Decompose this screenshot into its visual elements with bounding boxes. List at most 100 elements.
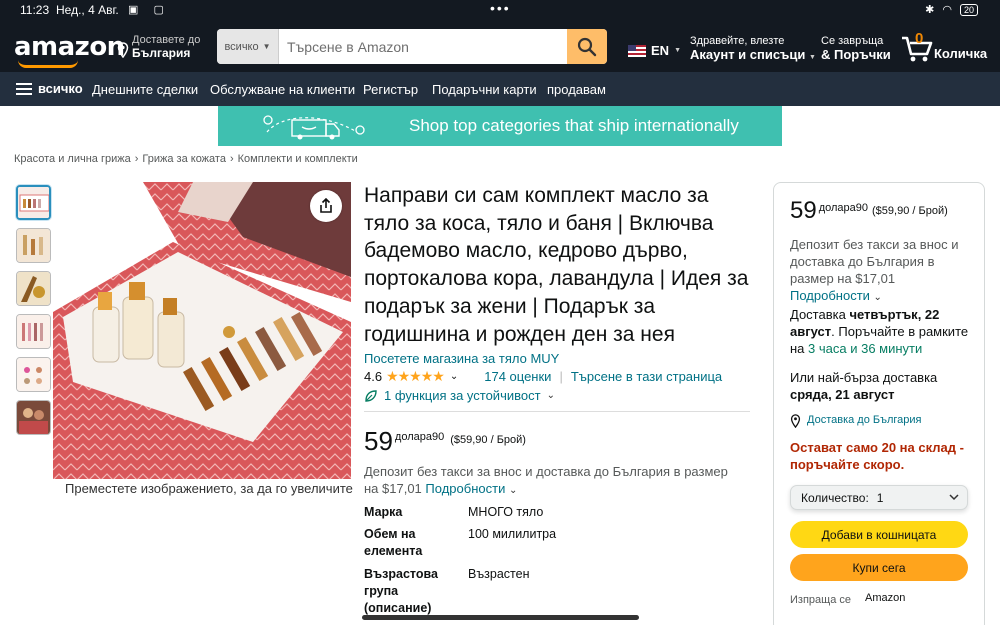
deposit-text: Депозит без такси за внос и доставка до … <box>790 237 959 286</box>
price-fraction: долара90 <box>818 202 869 214</box>
fast-prefix: Или най-бърза доставка <box>790 370 938 385</box>
bluetooth-icon: ✱ <box>925 4 935 16</box>
rating-value: 4.6 <box>364 369 383 384</box>
battery-icon: 20 <box>959 3 978 16</box>
status-bar: 11:23 Нед., 4 Авг. ▣ ▢ ••• ✱ ◠ 20 <box>0 0 1000 20</box>
share-button[interactable] <box>310 190 342 222</box>
subnav-sell[interactable]: продавам <box>547 82 606 97</box>
chevron-down-icon[interactable]: ⌄ <box>874 292 882 303</box>
chevron-down-icon <box>949 494 959 501</box>
subnav-gift-cards[interactable]: Подаръчни карти <box>432 82 537 97</box>
product-thumbnail-image <box>17 315 50 348</box>
ratings-count-link[interactable]: 174 оценки <box>484 369 551 384</box>
thumbnail-4[interactable] <box>16 314 51 349</box>
search-icon <box>577 37 597 56</box>
thumbnail-2[interactable] <box>16 228 51 263</box>
amazon-logo[interactable]: amazon <box>14 32 125 62</box>
all-menu-button[interactable]: всичко <box>16 81 83 96</box>
product-price: 59 долара90 ($59,90 / Брой) <box>364 426 526 457</box>
qty-value: 1 <box>876 490 884 505</box>
fast-date: сряда, 21 август <box>790 387 895 402</box>
search-page-link[interactable]: Търсене в тази страница <box>571 369 722 384</box>
caret-down-icon: ▼ <box>809 54 816 61</box>
spec-key: Възрастова група (описание) <box>364 567 438 615</box>
zoom-hint: Преместете изображението, за да го увели… <box>65 481 353 496</box>
search-button[interactable] <box>567 29 607 64</box>
thumbnail-5[interactable] <box>16 357 51 392</box>
account-line1: Здравейте, влезте <box>690 35 785 47</box>
details-link[interactable]: Подробности <box>790 288 870 303</box>
us-flag-icon <box>628 44 646 57</box>
divider: | <box>559 369 563 384</box>
fastest-delivery: Или най-бърза доставка сряда, 21 август <box>790 369 972 403</box>
cart-label: Количка <box>934 46 988 61</box>
countdown: 3 часа и 36 минути <box>808 341 923 356</box>
buybox-price: 59 долара90 ($59,90 / Брой) <box>790 197 948 225</box>
product-title: Направи си сам комплект масло за тяло за… <box>364 184 749 346</box>
sustainability-feature[interactable]: 1 функция за устойчивост ⌄ <box>364 388 555 403</box>
thumbnail-6[interactable] <box>16 400 51 435</box>
divider <box>364 411 750 412</box>
subnav-customer-service[interactable]: Обслужване на клиенти <box>210 82 355 97</box>
chevron-down-icon: ⌄ <box>546 390 555 401</box>
home-indicator[interactable] <box>362 615 639 620</box>
wifi-icon: ◠ <box>942 4 952 16</box>
returns-orders[interactable]: Се завръща & Поръчки <box>821 34 891 62</box>
delivery-info: Доставка четвъртък, 22 август. Поръчайте… <box>790 306 972 357</box>
details-link[interactable]: Подробности <box>425 481 505 496</box>
qty-label: Количество: <box>801 490 869 505</box>
deliver-to-link[interactable]: Доставка до България <box>790 412 972 429</box>
leaf-icon <box>365 389 377 402</box>
star-rating-icon[interactable]: ★★★★★ <box>386 368 445 385</box>
spec-value: МНОГО тяло <box>468 505 544 519</box>
intl-shipping-banner[interactable]: Shop top categories that ship internatio… <box>218 106 782 146</box>
search-category-dropdown[interactable]: всичко ▼ <box>217 29 279 64</box>
main-product-image[interactable] <box>53 182 351 479</box>
buy-box: 59 долара90 ($59,90 / Брой) Депозит без … <box>773 182 985 625</box>
price-per-unit: ($59,90 / Брой) <box>872 205 948 217</box>
sub-nav: всичко Днешните сделки Обслужване на кли… <box>0 72 1000 106</box>
subnav-registry[interactable]: Регистър <box>363 82 418 97</box>
spec-value: 100 милилитра <box>468 527 557 541</box>
delivery-prefix: Доставка <box>790 307 846 322</box>
status-time: 11:23 <box>20 3 50 17</box>
price-whole: 59 <box>364 426 393 456</box>
more-dots-icon[interactable]: ••• <box>490 0 511 16</box>
search-category-label: всичко <box>224 40 259 53</box>
returns-line1: Се завръща <box>821 35 884 47</box>
chevron-down-icon[interactable]: ⌄ <box>450 371 458 382</box>
chevron-down-icon[interactable]: ⌄ <box>509 485 517 496</box>
search-input[interactable] <box>279 29 567 64</box>
buy-now-button[interactable]: Купи сега <box>790 554 968 581</box>
quantity-select[interactable]: Количество: 1 <box>790 485 968 510</box>
breadcrumb-separator: › <box>229 153 234 165</box>
add-to-cart-button[interactable]: Добави в кошницата <box>790 521 968 548</box>
account-line2: Акаунт и списъци <box>690 47 806 62</box>
breadcrumb-item[interactable]: Комплекти и комплекти <box>238 153 358 165</box>
top-nav: amazon Доставете до България всичко ▼ EN… <box>0 20 1000 72</box>
location-pin-icon <box>117 42 129 58</box>
delivery-truck-icon <box>263 115 365 140</box>
share-icon <box>320 198 332 213</box>
price-whole: 59 <box>790 197 817 224</box>
caret-down-icon: ▼ <box>674 47 681 54</box>
spec-key: Марка <box>364 505 403 519</box>
price-per-unit: ($59,90 / Брой) <box>450 434 526 446</box>
price-fraction: долара90 <box>394 431 445 443</box>
deposit-text: Депозит без такси за внос и доставка до … <box>364 464 728 496</box>
spec-value: Възрастен <box>468 567 530 581</box>
breadcrumb-item[interactable]: Красота и лична грижа <box>14 153 131 165</box>
status-date: Нед., 4 Авг. <box>56 3 119 17</box>
breadcrumb-item[interactable]: Грижа за кожата <box>142 153 226 165</box>
ships-from-value: Amazon <box>865 592 906 604</box>
thumbnail-1[interactable] <box>16 185 51 220</box>
store-link[interactable]: Посетете магазина за тяло MUY <box>364 351 559 366</box>
language-selector[interactable]: EN ▼ <box>628 43 681 58</box>
banner-text: Shop top categories that ship internatio… <box>409 116 739 135</box>
thumbnail-3[interactable] <box>16 271 51 306</box>
all-menu-label: всичко <box>38 81 83 96</box>
account-menu[interactable]: Здравейте, влезте Акаунт и списъци ▼ <box>690 34 816 65</box>
product-thumbnail-image <box>17 401 50 434</box>
ships-from-label: Изпраща се <box>790 594 851 606</box>
subnav-todays-deals[interactable]: Днешните сделки <box>92 82 198 97</box>
